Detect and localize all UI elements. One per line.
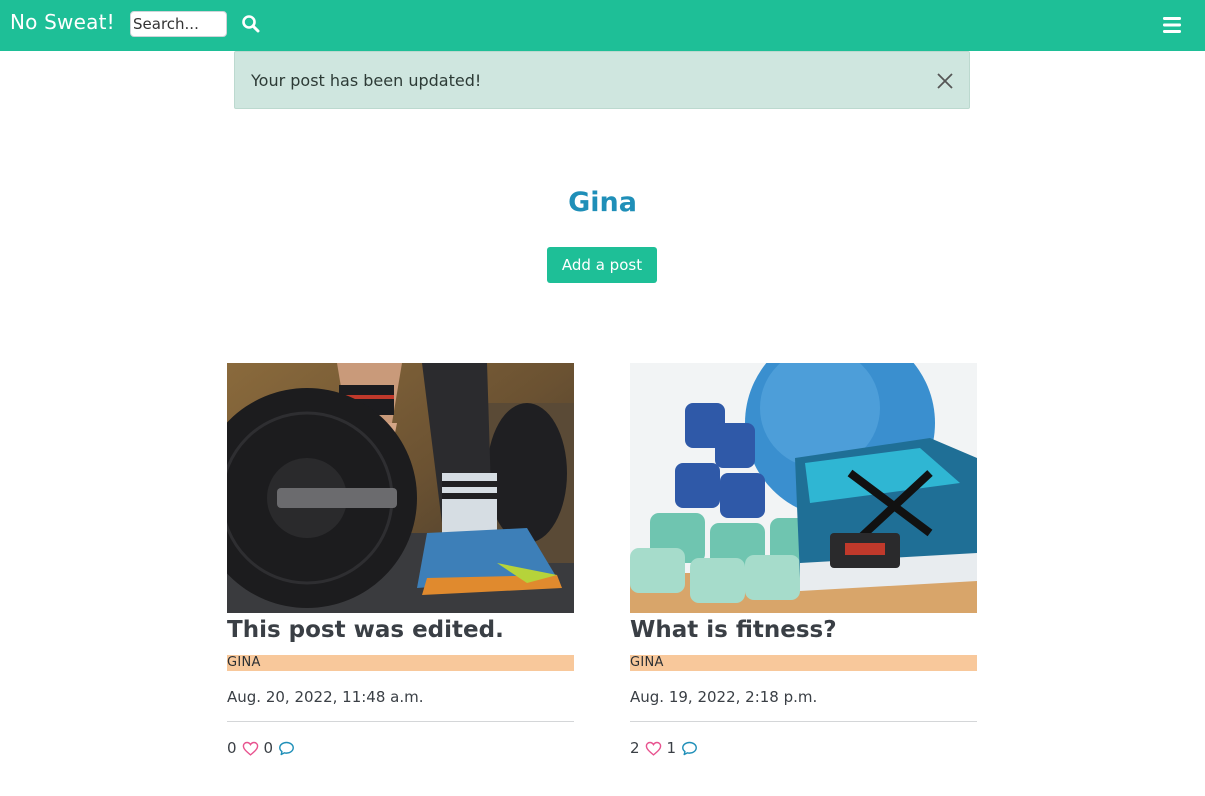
search-input[interactable] — [130, 11, 227, 37]
search-icon[interactable] — [241, 14, 261, 34]
post-author: GINA — [630, 655, 977, 671]
post-card[interactable]: This post was edited. GINA Aug. 20, 2022… — [227, 363, 574, 758]
post-card[interactable]: What is fitness? GINA Aug. 19, 2022, 2:1… — [630, 363, 977, 758]
divider — [227, 721, 574, 722]
post-date: Aug. 20, 2022, 11:48 a.m. — [227, 688, 424, 706]
top-navbar: No Sweat! — [0, 0, 1205, 51]
post-image-barbell[interactable] — [227, 363, 574, 613]
post-date: Aug. 19, 2022, 2:18 p.m. — [630, 688, 818, 706]
post-stats: 2 1 — [630, 738, 977, 758]
brand-logo-link[interactable]: No Sweat! — [10, 10, 115, 34]
post-image-dumbbells[interactable] — [630, 363, 977, 613]
close-icon[interactable] — [935, 71, 955, 91]
comment-icon[interactable] — [681, 740, 698, 757]
success-alert: Your post has been updated! — [234, 51, 970, 109]
like-count: 2 — [630, 739, 640, 757]
heart-icon[interactable] — [645, 740, 662, 757]
alert-message: Your post has been updated! — [251, 71, 482, 90]
add-post-button[interactable]: Add a post — [547, 247, 657, 283]
comment-count: 0 — [263, 739, 274, 757]
post-stats: 0 0 — [227, 738, 574, 758]
like-count: 0 — [227, 739, 237, 757]
profile-name-heading: Gina — [568, 187, 637, 218]
heart-icon[interactable] — [242, 740, 259, 757]
hamburger-menu-icon[interactable] — [1162, 15, 1182, 35]
comment-icon[interactable] — [278, 740, 295, 757]
comment-count: 1 — [666, 739, 677, 757]
post-author: GINA — [227, 655, 574, 671]
divider — [630, 721, 977, 722]
post-title[interactable]: What is fitness? — [630, 615, 977, 649]
post-title[interactable]: This post was edited. — [227, 615, 574, 649]
